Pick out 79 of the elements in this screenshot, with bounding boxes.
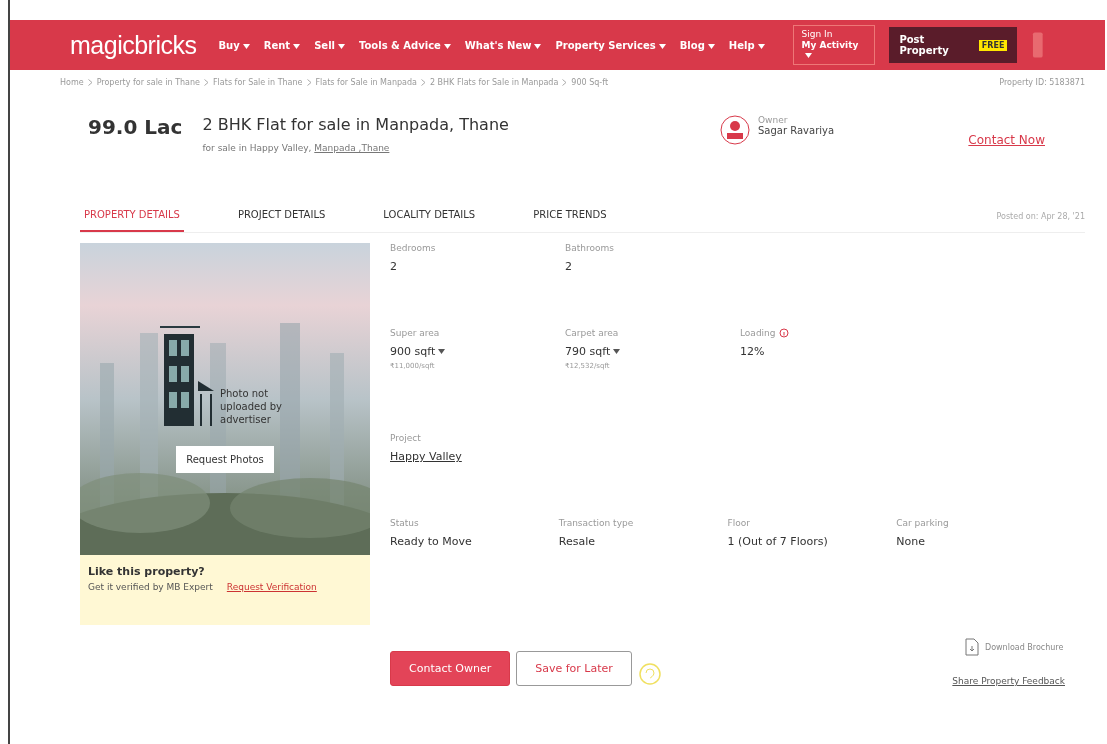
nav-menu-item[interactable]: Tools & Advice xyxy=(359,39,451,51)
detail-label: Project xyxy=(390,433,421,443)
detail-label: Bathrooms xyxy=(565,243,614,253)
nav-menu-item[interactable]: Help xyxy=(728,39,765,51)
detail-value: Resale xyxy=(558,535,595,548)
tab[interactable]: PRICE TRENDS xyxy=(529,201,611,232)
chevron-icon xyxy=(420,79,426,86)
project-link[interactable]: Happy Valley xyxy=(390,450,462,463)
chevron-icon xyxy=(87,79,93,86)
detail-label: Status xyxy=(390,518,419,528)
nav-menu-item[interactable]: What's New xyxy=(464,39,542,51)
detail-value: 1 (Out of 7 Floors) xyxy=(727,535,828,548)
detail-label: Carpet area xyxy=(565,328,619,338)
tab[interactable]: PROJECT DETAILS xyxy=(233,201,330,232)
detail-label: Car parking xyxy=(896,518,949,528)
property-id: Property ID: 5183871 xyxy=(999,78,1085,87)
banner-title: Like this property? xyxy=(88,565,206,578)
tab[interactable]: LOCALITY DETAILS xyxy=(379,201,480,232)
chevron-icon xyxy=(204,79,209,86)
contact-now-link[interactable]: Contact Now xyxy=(968,133,1045,147)
price: 99.0 Lac xyxy=(88,115,183,139)
breadcrumb-link[interactable]: Flats for Sale in Manpada xyxy=(315,78,417,87)
logo[interactable]: magicbricks xyxy=(70,30,197,60)
detail-label: Super area xyxy=(390,328,440,338)
nav-menu-item[interactable]: Buy xyxy=(218,39,250,51)
caret-icon xyxy=(658,43,666,49)
save-for-later-button[interactable]: Save for Later xyxy=(516,651,632,686)
chevron-icon xyxy=(562,79,568,86)
contact-owner-button[interactable]: Contact Owner xyxy=(390,651,511,686)
detail-label: Bedrooms xyxy=(390,243,436,253)
detail-value: 2 xyxy=(565,260,572,273)
detail-value: 900 sqft xyxy=(390,345,436,358)
owner-name: Sagar Ravariya xyxy=(758,125,835,136)
breadcrumb-link[interactable]: 900 Sq-ft xyxy=(571,78,609,87)
posted-date: Posted on: Apr 28, '21 xyxy=(996,212,1085,221)
tab[interactable]: PROPERTY DETAILS xyxy=(80,201,184,232)
nav-menu-item[interactable]: Sell xyxy=(314,39,345,51)
caret-icon xyxy=(707,43,715,49)
caret-icon xyxy=(293,43,301,49)
caret-icon xyxy=(443,43,451,49)
breadcrumb-link[interactable]: Home xyxy=(60,78,84,87)
caret-icon xyxy=(534,43,542,49)
chevron-icon xyxy=(306,79,312,86)
request-verification-link[interactable]: Request Verification xyxy=(226,582,317,592)
listing-title: 2 BHK Flat for sale in Manpada, Thane xyxy=(202,115,509,134)
detail-value: 790 sqft xyxy=(565,345,611,358)
building-icon xyxy=(160,325,216,426)
detail-value: 12% xyxy=(740,345,765,358)
caret-icon xyxy=(242,43,250,49)
detail-value: None xyxy=(896,535,925,548)
nav-menu-item[interactable]: Blog xyxy=(679,39,715,51)
caret-icon xyxy=(338,43,345,49)
download-brochure-link[interactable]: Download Brochure xyxy=(985,642,1064,652)
no-photo-message: Photo not uploaded by advertiser xyxy=(220,386,283,426)
avatar-icon xyxy=(720,115,750,145)
detail-label: Transaction type xyxy=(558,518,634,528)
listing-subtitle: for sale in Happy Valley, xyxy=(202,143,312,153)
caret-icon xyxy=(804,53,812,59)
request-photos-button[interactable]: Request Photos xyxy=(176,445,274,473)
detail-value: 2 xyxy=(390,260,397,273)
caret-icon xyxy=(757,43,765,49)
breadcrumb-link[interactable]: 2 BHK Flats for Sale in Manpada xyxy=(429,78,559,87)
breadcrumb-link[interactable]: Property for sale in Thane xyxy=(96,78,200,87)
detail-label: Floor xyxy=(727,518,750,528)
owner-role: Owner xyxy=(758,115,789,125)
share-feedback-link[interactable]: Share Property Feedback xyxy=(952,676,1065,686)
post-property-button[interactable]: Post Property FREE xyxy=(889,27,1018,63)
caret-icon xyxy=(438,349,446,354)
breadcrumb-link[interactable]: Flats for Sale in Thane xyxy=(213,78,303,87)
detail-value: Ready to Move xyxy=(390,535,472,548)
banner-text: Get it verified by MB Expert xyxy=(88,582,213,592)
nav-menu-item[interactable]: Property Services xyxy=(555,39,666,51)
detail-label: Loading xyxy=(740,328,776,338)
nav-menu-item[interactable]: Rent xyxy=(263,39,301,51)
info-icon[interactable] xyxy=(778,328,789,338)
download-icon[interactable] xyxy=(965,638,979,656)
sign-in-button[interactable]: Sign In My Activity xyxy=(792,24,876,66)
location-link[interactable]: Manpada ,Thane xyxy=(314,143,390,153)
caret-icon xyxy=(613,349,621,354)
